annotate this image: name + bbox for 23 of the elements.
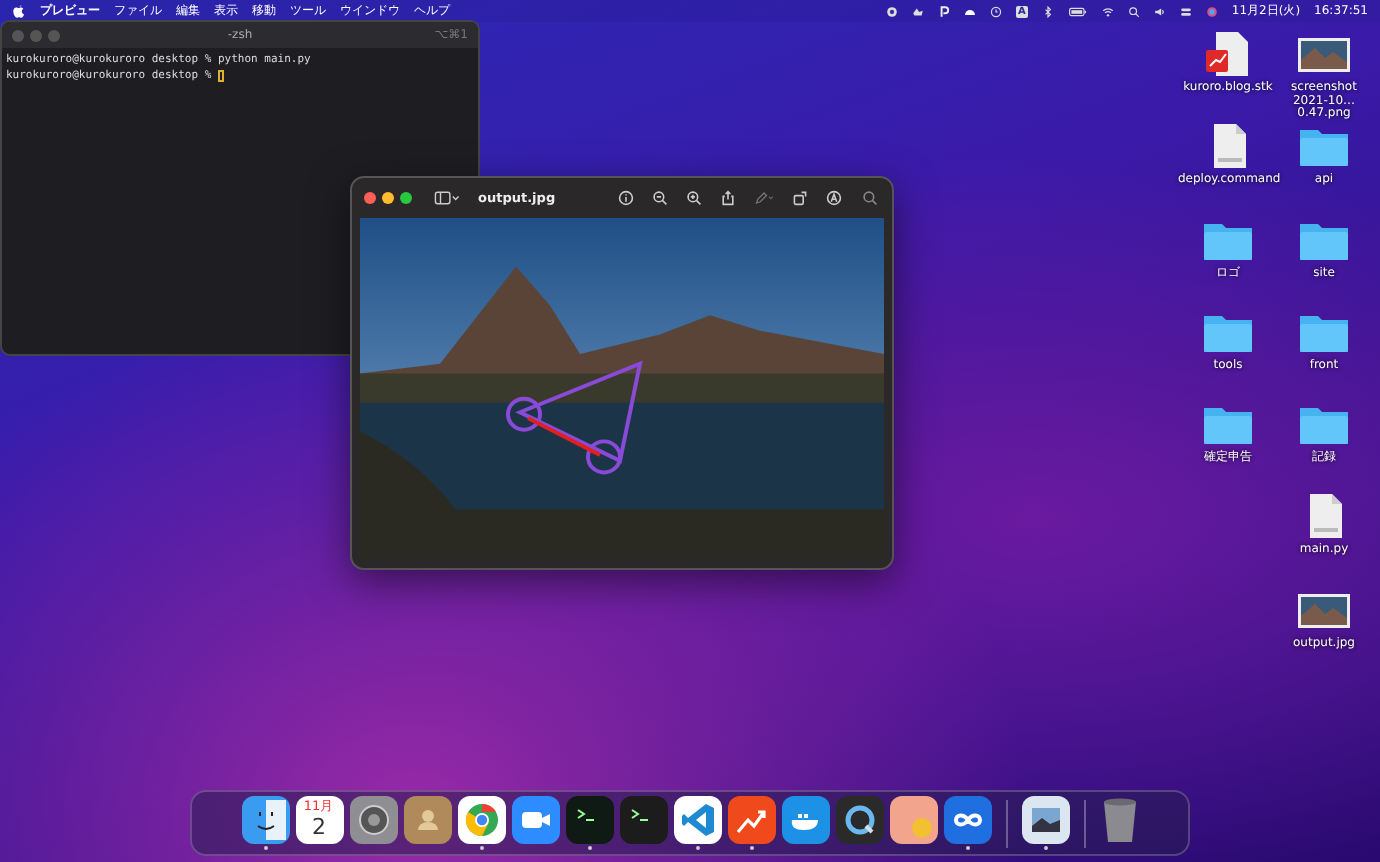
close-button[interactable] bbox=[364, 192, 376, 204]
cloud-icon[interactable] bbox=[964, 5, 977, 17]
bluetooth-icon[interactable] bbox=[1041, 5, 1054, 17]
control-center-icon[interactable] bbox=[1179, 5, 1192, 17]
search-icon[interactable] bbox=[1127, 5, 1140, 17]
apple-icon[interactable] bbox=[12, 3, 26, 19]
calendar-day: 2 bbox=[312, 814, 326, 840]
search-icon[interactable] bbox=[860, 190, 880, 206]
wifi-icon[interactable] bbox=[1101, 5, 1114, 17]
battery-icon[interactable] bbox=[1067, 5, 1088, 17]
sidebar-toggle-icon[interactable] bbox=[434, 190, 460, 206]
text-cursor bbox=[217, 70, 224, 82]
clock-icon[interactable] bbox=[990, 5, 1003, 17]
markup-icon[interactable] bbox=[826, 190, 842, 206]
minimize-button[interactable] bbox=[382, 192, 394, 204]
rotate-icon[interactable] bbox=[792, 190, 808, 206]
zoom-out-icon[interactable] bbox=[652, 190, 668, 206]
zoom-in-icon[interactable] bbox=[686, 190, 702, 206]
info-icon[interactable] bbox=[618, 190, 634, 206]
zoom-button[interactable] bbox=[400, 192, 412, 204]
speaker-icon[interactable] bbox=[1153, 5, 1166, 17]
share-icon[interactable] bbox=[720, 190, 736, 206]
pen-icon[interactable] bbox=[754, 190, 774, 206]
